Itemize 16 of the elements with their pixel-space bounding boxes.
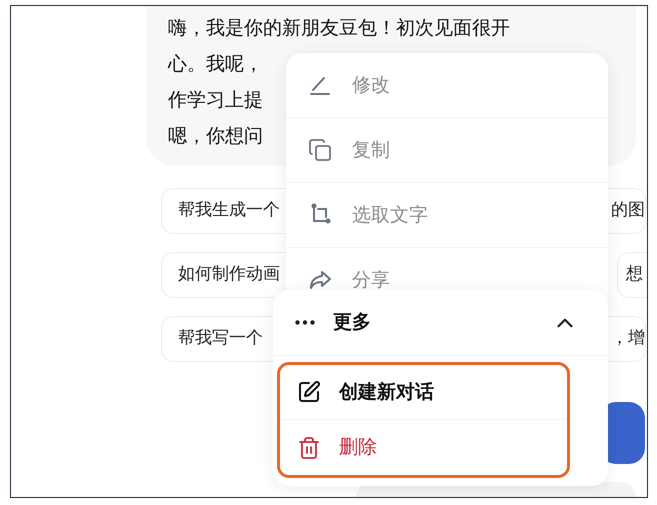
message-text: 心。我呢，: [168, 52, 263, 77]
ellipsis-icon: [295, 320, 315, 325]
share-arrow-icon: [308, 268, 332, 292]
trash-icon: [297, 436, 321, 460]
copy-icon: [308, 138, 332, 162]
suggestion-chip[interactable]: 想: [617, 252, 647, 298]
message-text: 嗯，你想问: [168, 124, 263, 149]
menu-item[interactable]: 复制: [286, 118, 608, 183]
more-toggle[interactable]: 更多: [273, 290, 608, 356]
new-chat-icon: [297, 380, 321, 404]
message-text: 嗨，我是你的新朋友豆包！初次见面很开: [168, 16, 510, 41]
menu-item[interactable]: 删除: [280, 420, 567, 475]
menu-item[interactable]: 创建新对话: [280, 365, 567, 420]
message-text: 作学习上提: [168, 88, 263, 113]
menu-item[interactable]: 选取文字: [286, 183, 608, 248]
menu-item[interactable]: 修改: [286, 53, 608, 118]
